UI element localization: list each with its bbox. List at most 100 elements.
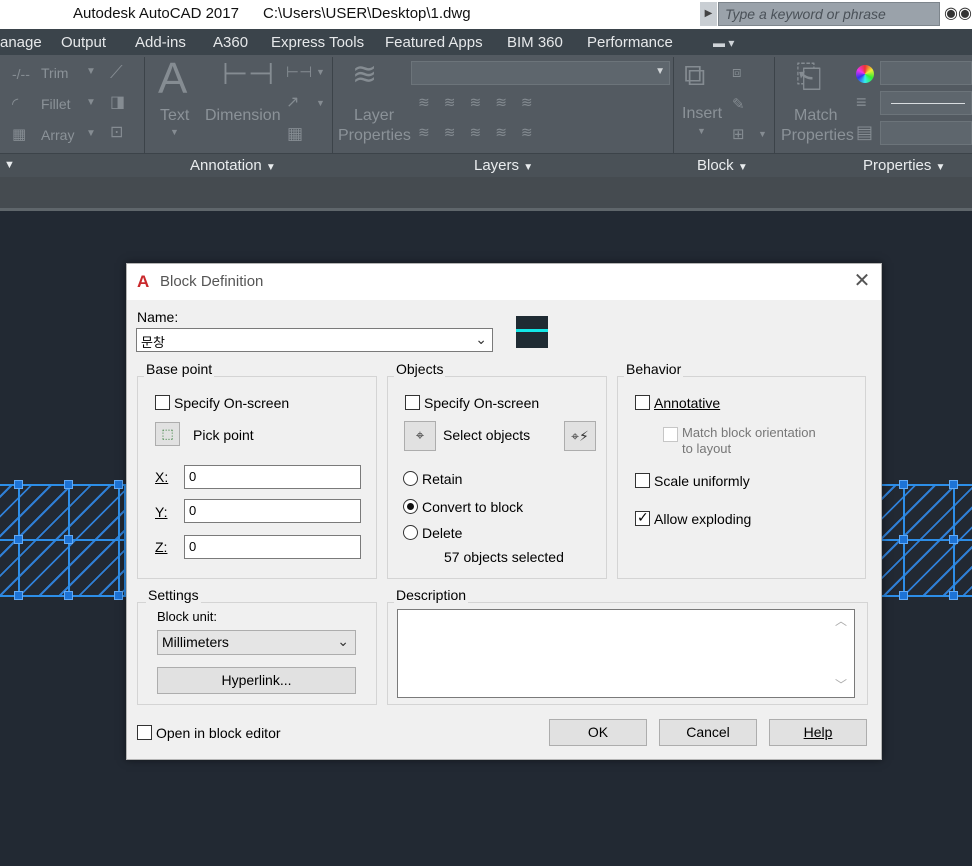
chevron-down-icon[interactable]: ▼ — [86, 129, 96, 139]
base-point-title: Base point — [144, 361, 215, 377]
draw-icon[interactable]: ⟋ — [110, 63, 123, 81]
delete-radio[interactable] — [403, 525, 418, 540]
binoculars-icon[interactable]: ◉◉ — [944, 3, 972, 25]
trim-button[interactable]: Trim — [41, 65, 68, 81]
search-expand-icon[interactable]: ▶ — [700, 2, 717, 26]
scale-uniformly-checkbox[interactable] — [635, 473, 650, 488]
scroll-down-icon[interactable]: ﹀ — [835, 676, 847, 693]
match-orientation-checkbox[interactable] — [663, 427, 678, 442]
text-button[interactable]: Text — [160, 107, 189, 125]
ok-button[interactable]: OK — [549, 719, 647, 746]
convert-to-block-radio[interactable] — [403, 499, 418, 514]
linetype-icon[interactable]: ▤ — [856, 123, 873, 141]
file-path: C:\Users\USER\Desktop\1.dwg — [263, 5, 471, 22]
grip[interactable] — [14, 535, 23, 544]
search-input[interactable]: Type a keyword or phrase — [718, 2, 940, 26]
fillet-button[interactable]: Fillet — [41, 96, 71, 112]
tab-express-tools[interactable]: Express Tools — [271, 34, 364, 51]
annotation-panel-label[interactable]: Annotation ▼ — [190, 157, 276, 174]
leader-icon[interactable]: ↗ — [286, 95, 299, 111]
layer-dropdown[interactable]: ▼ — [411, 61, 670, 85]
tab-overflow-icon[interactable]: ▬ ▾ — [713, 36, 734, 50]
block-attributes-icon[interactable]: ⊞ — [732, 127, 745, 142]
create-block-icon[interactable]: ⧈ — [732, 65, 742, 80]
x-input[interactable]: 0 — [184, 465, 361, 489]
table-icon[interactable]: ▦ — [287, 125, 303, 142]
chevron-down-icon[interactable]: ▼ — [170, 128, 179, 137]
tab-bim-360[interactable]: BIM 360 — [507, 34, 563, 51]
hyperlink-button[interactable]: Hyperlink... — [157, 667, 356, 694]
tab-performance[interactable]: Performance — [587, 34, 673, 51]
color-dropdown[interactable] — [880, 61, 972, 85]
layer-properties-button[interactable]: Layer — [354, 107, 394, 125]
pick-point-icon[interactable]: ⬚ — [155, 422, 180, 446]
base-point-specify-onscreen-checkbox[interactable] — [155, 395, 170, 410]
grip[interactable] — [64, 591, 73, 600]
tab-add-ins[interactable]: Add-ins — [135, 34, 186, 51]
tab-manage[interactable]: anage — [0, 34, 42, 51]
text-icon: A — [158, 54, 188, 103]
grip[interactable] — [899, 535, 908, 544]
grip[interactable] — [64, 480, 73, 489]
annotative-checkbox[interactable] — [635, 395, 650, 410]
grip[interactable] — [949, 480, 958, 489]
match-properties-button-line2[interactable]: Properties — [781, 127, 854, 145]
description-textarea[interactable] — [397, 609, 855, 698]
grip[interactable] — [14, 591, 23, 600]
array-button[interactable]: Array — [41, 127, 74, 143]
grip[interactable] — [949, 591, 958, 600]
properties-panel-label[interactable]: Properties ▼ — [863, 157, 945, 174]
chevron-down-icon[interactable]: ▼ — [316, 99, 325, 108]
lineweight-icon[interactable]: ≡ — [856, 93, 867, 111]
edit-block-icon[interactable]: ✎ — [732, 97, 745, 112]
tab-featured-apps[interactable]: Featured Apps — [385, 34, 483, 51]
objects-specify-onscreen-label: Specify On-screen — [424, 395, 540, 411]
modify-panel-expander-icon[interactable]: ▼ — [4, 159, 15, 171]
tab-output[interactable]: Output — [61, 34, 106, 51]
open-in-block-editor-checkbox[interactable] — [137, 725, 152, 740]
layers-panel-label[interactable]: Layers ▼ — [474, 157, 533, 174]
dimension-button[interactable]: Dimension — [205, 107, 281, 125]
grip[interactable] — [114, 591, 123, 600]
quick-select-icon[interactable]: ⌖⚡ — [564, 421, 596, 451]
chevron-down-icon[interactable]: ▼ — [86, 98, 96, 108]
chevron-down-icon[interactable]: ▼ — [86, 67, 96, 77]
block-panel-label[interactable]: Block ▼ — [697, 157, 748, 174]
lineweight-dropdown[interactable] — [880, 91, 972, 115]
tab-a360[interactable]: A360 — [213, 34, 248, 51]
retain-radio[interactable] — [403, 471, 418, 486]
grip[interactable] — [899, 480, 908, 489]
linear-dim-icon[interactable]: ⊢⊣ — [286, 65, 312, 80]
grip[interactable] — [899, 591, 908, 600]
z-input[interactable]: 0 — [184, 535, 361, 559]
grip[interactable] — [14, 480, 23, 489]
linetype-dropdown[interactable] — [880, 121, 972, 145]
chevron-down-icon: ▼ — [737, 162, 748, 173]
copy-icon[interactable]: ◨ — [110, 95, 125, 111]
stretch-icon[interactable]: ⊡ — [110, 125, 123, 141]
block-unit-select[interactable]: Millimeters ⌄ — [157, 630, 356, 655]
chevron-down-icon[interactable]: ▼ — [758, 130, 767, 139]
chevron-down-icon[interactable]: ▼ — [316, 68, 325, 77]
grip[interactable] — [64, 535, 73, 544]
layer-properties-button-line2[interactable]: Properties — [338, 127, 411, 145]
color-wheel-icon[interactable] — [856, 65, 874, 83]
scroll-up-icon[interactable]: ︿ — [835, 612, 847, 629]
cancel-button[interactable]: Cancel — [659, 719, 757, 746]
layer-tools-row2-icons[interactable]: ≋≋≋≋≋ — [418, 125, 547, 139]
insert-button[interactable]: Insert — [682, 105, 722, 123]
grip[interactable] — [949, 535, 958, 544]
allow-exploding-checkbox[interactable]: ✓ — [635, 509, 650, 526]
y-input[interactable]: 0 — [184, 499, 361, 523]
match-properties-button[interactable]: Match — [794, 107, 838, 125]
help-button[interactable]: Help — [769, 719, 867, 746]
layer-tools-row1-icons[interactable]: ≋≋≋≋≋ — [418, 95, 547, 109]
objects-specify-onscreen-checkbox[interactable] — [405, 395, 420, 410]
chevron-down-icon[interactable]: ▼ — [697, 127, 706, 136]
chevron-down-icon: ▼ — [655, 66, 665, 77]
close-icon[interactable]: ✕ — [851, 270, 873, 292]
select-objects-icon[interactable]: ⌖ — [404, 421, 436, 451]
name-combobox[interactable]: 문창 ⌄ — [136, 328, 493, 352]
grip[interactable] — [114, 480, 123, 489]
dialog-title-bar[interactable]: A Block Definition ✕ — [127, 264, 881, 300]
